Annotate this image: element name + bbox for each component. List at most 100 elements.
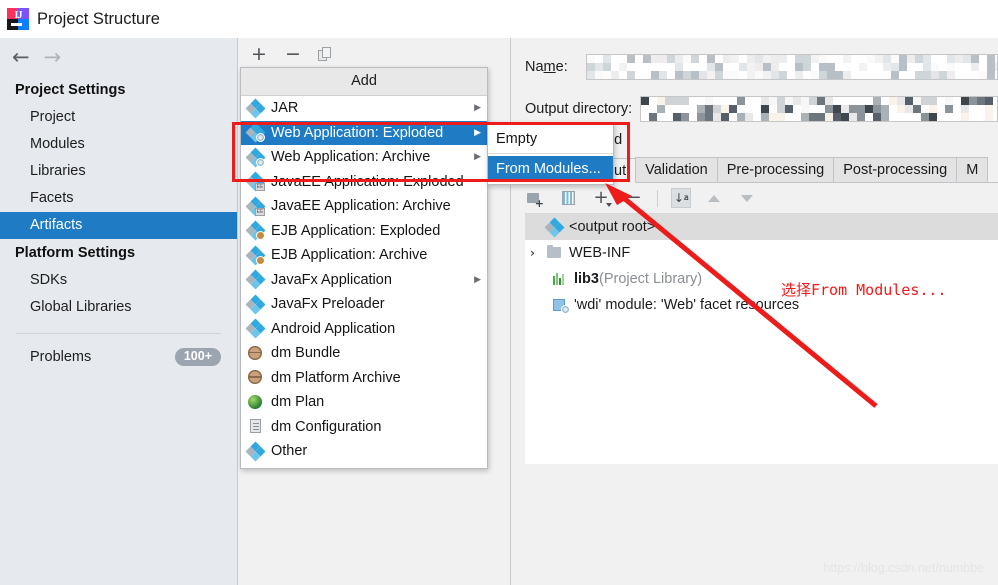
sidebar-item-sdks[interactable]: SDKs	[0, 267, 237, 294]
menu-item-web-application-archive[interactable]: Web Application: Archive ▶	[241, 145, 487, 170]
dm-bundle-icon	[247, 345, 264, 362]
tree-row-label: lib3	[574, 271, 599, 287]
plus-dropdown-icon[interactable]: +	[591, 188, 612, 208]
arrow-left-icon[interactable]: ←	[12, 46, 30, 68]
toolbar-divider	[657, 189, 658, 207]
annotation-callout-text: 选择From Modules...	[781, 281, 947, 299]
output-directory-label: Output directory:	[525, 101, 633, 117]
sidebar-divider	[16, 333, 221, 334]
copy-icon[interactable]	[318, 46, 333, 62]
arrow-down-icon[interactable]	[737, 188, 757, 208]
menu-item-label: Web Application: Exploded	[271, 124, 444, 141]
submenu-divider	[488, 153, 613, 154]
menu-item-jar[interactable]: JAR ▶	[241, 96, 487, 121]
tab-pre-processing[interactable]: Pre-processing	[716, 157, 835, 182]
sidebar-item-project[interactable]: Project	[0, 104, 237, 131]
menu-item-ejb-application-exploded[interactable]: EJB Application: Exploded	[241, 219, 487, 244]
menu-item-other[interactable]: Other	[241, 439, 487, 464]
intellij-idea-icon: IJ	[7, 8, 29, 30]
window-title: Project Structure	[37, 9, 160, 28]
tab-post-processing[interactable]: Post-processing	[833, 157, 958, 182]
tree-row[interactable]: › WEB-INF	[525, 240, 998, 266]
menu-item-label: dm Bundle	[271, 345, 341, 362]
menu-item-android-application[interactable]: Android Application	[241, 317, 487, 342]
name-label: Name:	[525, 59, 568, 75]
submenu-item-from-modules[interactable]: From Modules...	[488, 156, 613, 181]
dm-plan-icon	[247, 394, 264, 411]
menu-item-dm-bundle[interactable]: dm Bundle	[241, 341, 487, 366]
menu-item-label: JavaFx Preloader	[271, 296, 385, 313]
watermark: https://blog.csdn.net/numbbe	[823, 561, 984, 575]
menu-item-javafx-preloader[interactable]: JavaFx Preloader	[241, 292, 487, 317]
minus-icon[interactable]: −	[624, 188, 644, 208]
folder-add-icon[interactable]	[525, 188, 545, 209]
menu-item-label: Web Application: Archive	[271, 149, 431, 166]
title-bar: IJ Project Structure	[0, 0, 998, 38]
tree-row-label: 'wdi' module: 'Web' facet resources	[574, 297, 800, 313]
arrow-up-icon[interactable]	[704, 188, 724, 208]
output-directory-input[interactable]	[640, 96, 998, 122]
android-app-icon	[245, 318, 266, 339]
menu-item-label: JavaEE Application: Archive	[271, 198, 451, 215]
menu-item-web-application-exploded[interactable]: Web Application: Exploded ▶	[241, 120, 487, 145]
tree-row[interactable]: <output root>	[525, 214, 998, 240]
archive-icon[interactable]	[558, 188, 578, 208]
menu-item-label: dm Configuration	[271, 418, 382, 435]
tab-manifest[interactable]: M	[956, 157, 989, 182]
output-layout-toolbar: + − ↓az	[525, 183, 998, 214]
problems-count-badge: 100+	[174, 348, 221, 366]
sidebar-group-project-settings: Project Settings	[15, 82, 126, 98]
sidebar-item-modules[interactable]: Modules	[0, 131, 237, 158]
menu-item-javaee-application-exploded[interactable]: EE JavaEE Application: Exploded	[241, 170, 487, 195]
javafx-preloader-icon	[245, 294, 266, 315]
sort-az-icon[interactable]: ↓ a z	[671, 188, 691, 208]
menu-item-dm-platform-archive[interactable]: dm Platform Archive	[241, 366, 487, 391]
menu-item-dm-plan[interactable]: dm Plan	[241, 390, 487, 415]
menu-item-label: Other	[271, 443, 308, 460]
javafx-app-icon	[245, 269, 266, 290]
folder-icon	[546, 245, 564, 261]
web-exploded-icon	[245, 122, 266, 143]
name-field-row: Name:	[512, 38, 998, 80]
menu-item-label: JavaFx Application	[271, 271, 392, 288]
add-artifact-button[interactable]: +	[250, 44, 268, 63]
settings-sidebar: ← → Project Settings Project Modules Lib…	[0, 38, 238, 585]
name-input[interactable]	[585, 54, 998, 80]
tree-expander[interactable]: ›	[530, 246, 546, 260]
menu-item-label: Android Application	[271, 320, 396, 337]
menu-item-dm-configuration[interactable]: dm Configuration	[241, 415, 487, 440]
sidebar-item-label: Problems	[30, 349, 92, 365]
artifacts-toolbar: + −	[239, 38, 510, 70]
chevron-right-icon: ▶	[474, 127, 481, 138]
menu-item-javafx-application[interactable]: JavaFx Application ▶	[241, 268, 487, 293]
sidebar-item-artifacts[interactable]: Artifacts	[0, 212, 237, 239]
tab-validation[interactable]: Validation	[635, 157, 718, 182]
menu-item-javaee-application-archive[interactable]: EE JavaEE Application: Archive	[241, 194, 487, 219]
arrow-right-icon[interactable]: →	[44, 46, 62, 68]
dm-platform-icon	[247, 369, 264, 386]
menu-item-label: dm Plan	[271, 394, 325, 411]
web-archive-icon	[245, 147, 266, 168]
tree-row-detail: (Project Library)	[598, 271, 703, 287]
navigation-arrows: ← →	[0, 38, 237, 76]
sidebar-group-platform-settings: Platform Settings	[15, 245, 136, 261]
sidebar-item-libraries[interactable]: Libraries	[0, 158, 237, 185]
other-icon	[245, 441, 266, 462]
output-directory-row: Output directory:	[512, 80, 998, 122]
menu-item-label: dm Platform Archive	[271, 369, 401, 386]
javaee-exploded-icon: EE	[245, 171, 266, 192]
submenu-item-empty[interactable]: Empty	[488, 126, 613, 151]
project-structure-window: IJ Project Structure ← → Project Setting…	[0, 0, 998, 585]
menu-item-ejb-application-archive[interactable]: EJB Application: Archive	[241, 243, 487, 268]
sidebar-item-global-libraries[interactable]: Global Libraries	[0, 294, 237, 321]
ejb-archive-icon	[245, 245, 266, 266]
ejb-exploded-icon	[245, 220, 266, 241]
sidebar-item-problems[interactable]: Problems 100+	[0, 344, 237, 370]
chevron-right-icon: ▶	[474, 152, 481, 163]
remove-artifact-button[interactable]: −	[284, 44, 302, 63]
sidebar-item-facets[interactable]: Facets	[0, 185, 237, 212]
chevron-right-icon: ▶	[474, 274, 481, 285]
menu-item-label: EJB Application: Exploded	[271, 222, 441, 239]
chevron-right-icon: ▶	[474, 103, 481, 114]
menu-item-label: JavaEE Application: Exploded	[271, 173, 464, 190]
